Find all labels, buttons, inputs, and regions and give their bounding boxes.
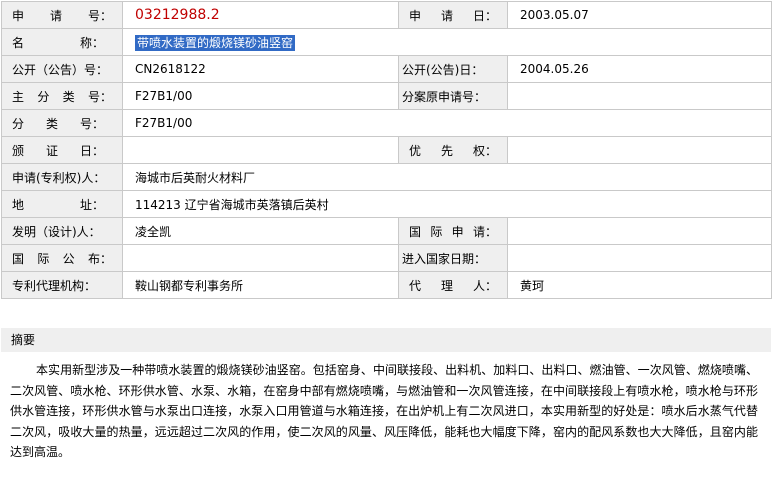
row-grant-date: 颁证日： 优先权：	[1, 136, 772, 164]
value-applicant: 海城市后英耐火材料厂	[122, 163, 772, 191]
label-application-date: 申请日：	[398, 1, 508, 29]
row-address: 地址： 114213 辽宁省海城市英落镇后英村	[1, 190, 772, 218]
label-publication-date: 公开(公告)日：	[398, 55, 508, 83]
label-agency: 专利代理机构：	[1, 271, 123, 299]
label-national-entry-date: 进入国家日期：	[398, 244, 508, 272]
row-publication-number: 公开（公告）号： CN2618122 公开(公告)日： 2004.05.26	[1, 55, 772, 83]
value-priority	[507, 136, 772, 164]
value-inventor: 凌全凯	[122, 217, 399, 245]
label-agent: 代理人：	[398, 271, 508, 299]
label-divisional-application: 分案原申请号：	[398, 82, 508, 110]
row-name: 名称： 带喷水装置的煅烧镁砂油竖窑	[1, 28, 772, 56]
value-application-number: 03212988.2	[122, 1, 399, 29]
row-international-publication: 国际公布： 进入国家日期：	[1, 244, 772, 272]
value-agent: 黄珂	[507, 271, 772, 299]
value-publication-date: 2004.05.26	[507, 55, 772, 83]
label-priority: 优先权：	[398, 136, 508, 164]
label-publication-number: 公开（公告）号：	[1, 55, 123, 83]
value-main-class: F27B1/00	[122, 82, 399, 110]
value-international-application	[507, 217, 772, 245]
value-address: 114213 辽宁省海城市英落镇后英村	[122, 190, 772, 218]
label-application-number: 申请号：	[1, 1, 123, 29]
row-agency: 专利代理机构： 鞍山钢都专利事务所 代理人： 黄珂	[1, 271, 772, 299]
value-national-entry-date	[507, 244, 772, 272]
row-applicant: 申请(专利权)人： 海城市后英耐火材料厂	[1, 163, 772, 191]
row-main-class: 主分类号： F27B1/00 分案原申请号：	[1, 82, 772, 110]
value-international-publication	[122, 244, 399, 272]
value-class: F27B1/00	[122, 109, 772, 137]
label-name: 名称：	[1, 28, 123, 56]
abstract-heading: 摘要	[1, 328, 771, 352]
value-agency: 鞍山钢都专利事务所	[122, 271, 399, 299]
row-application-number: 申请号： 03212988.2 申请日： 2003.05.07	[1, 1, 772, 29]
value-publication-number: CN2618122	[122, 55, 399, 83]
value-divisional-application	[507, 82, 772, 110]
label-applicant: 申请(专利权)人：	[1, 163, 123, 191]
row-inventor: 发明（设计)人： 凌全凯 国际申请：	[1, 217, 772, 245]
abstract-text: 本实用新型涉及一种带喷水装置的煅烧镁砂油竖窑。包括窑身、中间联接段、出料机、加料…	[10, 363, 758, 459]
value-grant-date	[122, 136, 399, 164]
label-international-application: 国际申请：	[398, 217, 508, 245]
row-class: 分类号： F27B1/00	[1, 109, 772, 137]
value-application-date: 2003.05.07	[507, 1, 772, 29]
label-address: 地址：	[1, 190, 123, 218]
label-international-publication: 国际公布：	[1, 244, 123, 272]
patent-info-table: 申请号： 03212988.2 申请日： 2003.05.07 名称： 带喷水装…	[1, 1, 772, 299]
label-inventor: 发明（设计)人：	[1, 217, 123, 245]
label-grant-date: 颁证日：	[1, 136, 123, 164]
label-class: 分类号：	[1, 109, 123, 137]
selected-title-text[interactable]: 带喷水装置的煅烧镁砂油竖窑	[135, 34, 296, 51]
label-main-class: 主分类号：	[1, 82, 123, 110]
value-name[interactable]: 带喷水装置的煅烧镁砂油竖窑	[122, 28, 772, 56]
